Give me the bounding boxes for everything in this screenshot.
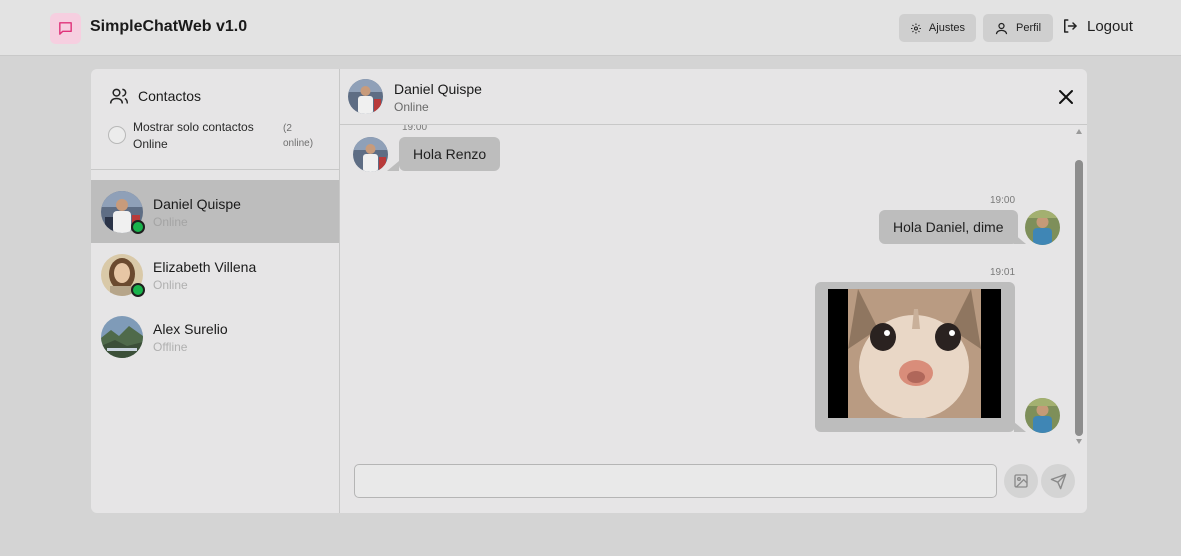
contact-status: Offline xyxy=(153,340,188,354)
avatar xyxy=(101,254,145,297)
logout-button[interactable]: Logout xyxy=(1061,17,1133,35)
contact-name: Alex Surelio xyxy=(153,321,228,337)
chat-bubble-icon xyxy=(59,22,72,35)
message-text: Hola Renzo xyxy=(413,146,487,162)
cat-photo-image[interactable] xyxy=(828,289,1001,418)
contact-status: Online xyxy=(153,215,188,229)
my-avatar xyxy=(1025,210,1060,245)
avatar-image xyxy=(101,316,143,358)
logout-label: Logout xyxy=(1087,17,1133,35)
message-bubble-incoming: Hola Renzo xyxy=(399,137,501,171)
settings-label: Ajustes xyxy=(928,22,965,34)
online-indicator xyxy=(131,283,145,297)
bubble-tail xyxy=(387,161,399,171)
users-icon xyxy=(109,88,129,104)
bubble-tail xyxy=(1014,234,1026,244)
sender-avatar xyxy=(353,137,388,172)
contact-item-daniel-quispe[interactable]: Daniel Quispe Online xyxy=(91,180,339,243)
contact-name: Elizabeth Villena xyxy=(153,259,257,275)
settings-button[interactable]: Ajustes xyxy=(899,14,976,42)
online-indicator xyxy=(131,220,145,234)
scrollbar-thumb[interactable] xyxy=(1075,160,1083,436)
app-logo xyxy=(50,13,81,44)
online-filter-radio[interactable] xyxy=(108,126,126,144)
chat-contact-status: Online xyxy=(394,100,429,114)
message-text: Hola Daniel, dime xyxy=(893,219,1004,235)
my-avatar xyxy=(1025,398,1060,433)
user-icon xyxy=(995,22,1008,34)
image-icon xyxy=(1014,474,1028,488)
gear-icon xyxy=(910,23,921,33)
contacts-sidebar: Contactos Mostrar solo contactos Online … xyxy=(91,69,340,513)
avatar xyxy=(101,316,143,358)
scroll-down-arrow[interactable] xyxy=(1076,439,1082,444)
message-input[interactable] xyxy=(354,464,997,498)
bubble-tail xyxy=(1014,422,1026,432)
profile-label: Perfil xyxy=(1016,22,1042,34)
chat-header: Daniel Quispe Online xyxy=(340,69,1087,125)
attach-image-button[interactable] xyxy=(1004,464,1038,498)
close-chat-button[interactable] xyxy=(1056,87,1076,107)
logout-icon xyxy=(1064,19,1077,33)
app-title: SimpleChatWeb v1.0 xyxy=(90,18,248,35)
message-time: 19:00 xyxy=(402,125,428,133)
contact-name: Daniel Quispe xyxy=(153,196,241,212)
message-time: 19:00 xyxy=(990,195,1016,206)
top-bar: SimpleChatWeb v1.0 Ajustes Perfil Logout xyxy=(0,0,1181,56)
contacts-header: Contactos xyxy=(109,86,201,106)
online-count: (2 online) xyxy=(283,123,314,149)
message-time: 19:01 xyxy=(990,267,1016,278)
scroll-up-arrow[interactable] xyxy=(1076,129,1082,134)
chat-card: Contactos Mostrar solo contactos Online … xyxy=(91,69,1087,513)
contact-item-alex-surelio[interactable]: Alex Surelio Offline xyxy=(91,305,339,368)
chat-contact-name: Daniel Quispe xyxy=(394,81,482,97)
send-button[interactable] xyxy=(1041,464,1075,498)
contact-item-elizabeth-villena[interactable]: Elizabeth Villena Online xyxy=(91,243,339,306)
message-bubble-outgoing: Hola Daniel, dime xyxy=(879,210,1018,244)
avatar xyxy=(101,191,145,234)
message-list[interactable]: 19:00 Hola Renzo 19:00 Hola Daniel, dime… xyxy=(340,125,1087,455)
divider xyxy=(91,169,339,170)
contacts-title: Contactos xyxy=(138,88,202,104)
close-icon xyxy=(1059,90,1073,104)
send-icon xyxy=(1050,473,1066,489)
online-filter-label[interactable]: Mostrar solo contactos Online xyxy=(133,119,273,153)
profile-button[interactable]: Perfil xyxy=(983,14,1053,42)
chat-contact-avatar xyxy=(348,79,383,114)
contact-status: Online xyxy=(153,278,188,292)
